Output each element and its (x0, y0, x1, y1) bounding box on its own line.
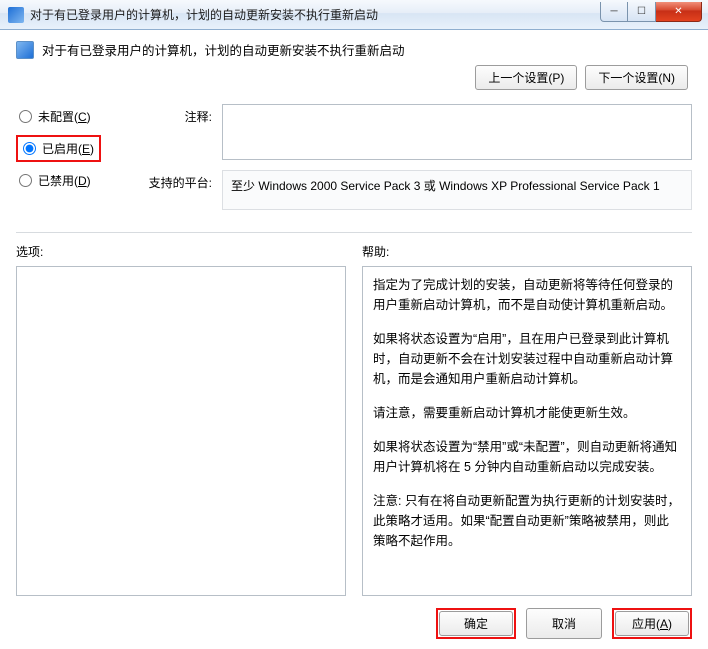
next-setting-button[interactable]: 下一个设置(N) (585, 65, 688, 90)
help-label: 帮助: (362, 243, 692, 260)
supported-platforms-label: 支持的平台: (138, 170, 212, 210)
ok-button[interactable]: 确定 (439, 611, 513, 636)
help-paragraph: 请注意，需要重新启动计算机才能使更新生效。 (373, 403, 681, 423)
apply-button-highlight: 应用(A) (612, 608, 692, 639)
help-panel[interactable]: 指定为了完成计划的安装，自动更新将等待任何登录的用户重新启动计算机，而不是自动使… (362, 266, 692, 596)
help-paragraph: 如果将状态设置为“禁用”或“未配置”，则自动更新将通知用户计算机将在 5 分钟内… (373, 437, 681, 477)
section-divider (16, 232, 692, 233)
radio-disabled-input[interactable] (19, 174, 32, 187)
help-paragraph: 如果将状态设置为“启用”，且在用户已登录到此计算机时，自动更新不会在计划安装过程… (373, 329, 681, 389)
radio-not-configured[interactable]: 未配置(C) (16, 106, 120, 127)
app-icon (8, 7, 24, 23)
previous-setting-button[interactable]: 上一个设置(P) (475, 65, 577, 90)
cancel-button[interactable]: 取消 (526, 608, 602, 639)
radio-not-configured-input[interactable] (19, 110, 32, 123)
policy-title: 对于有已登录用户的计算机，计划的自动更新安装不执行重新启动 (42, 40, 405, 59)
close-button[interactable]: ✕ (656, 2, 702, 22)
supported-platforms-value: 至少 Windows 2000 Service Pack 3 或 Windows… (222, 170, 692, 210)
options-panel[interactable] (16, 266, 346, 596)
ok-button-highlight: 确定 (436, 608, 516, 639)
policy-icon (16, 41, 34, 59)
radio-enabled-label: 已启用(E) (42, 140, 94, 157)
window-title: 对于有已登录用户的计算机，计划的自动更新安装不执行重新启动 (30, 6, 600, 23)
comment-label: 注释: (138, 104, 212, 160)
minimize-button[interactable]: ─ (600, 2, 628, 22)
maximize-button[interactable]: ☐ (628, 2, 656, 22)
help-paragraph: 指定为了完成计划的安装，自动更新将等待任何登录的用户重新启动计算机，而不是自动使… (373, 275, 681, 315)
comment-textarea[interactable] (222, 104, 692, 160)
radio-enabled-input[interactable] (23, 142, 36, 155)
radio-not-configured-label: 未配置(C) (38, 108, 91, 125)
options-label: 选项: (16, 243, 346, 260)
apply-button[interactable]: 应用(A) (615, 611, 689, 636)
radio-enabled[interactable]: 已启用(E) (20, 138, 97, 159)
state-radio-group: 未配置(C) 已启用(E) 已禁用(D) (16, 104, 120, 220)
help-paragraph: 注意: 只有在将自动更新配置为执行更新的计划安装时，此策略才适用。如果“配置自动… (373, 491, 681, 551)
window-controls: ─ ☐ ✕ (600, 2, 702, 22)
radio-disabled[interactable]: 已禁用(D) (16, 170, 120, 191)
radio-disabled-label: 已禁用(D) (38, 172, 91, 189)
window-titlebar: 对于有已登录用户的计算机，计划的自动更新安装不执行重新启动 ─ ☐ ✕ (0, 0, 708, 30)
